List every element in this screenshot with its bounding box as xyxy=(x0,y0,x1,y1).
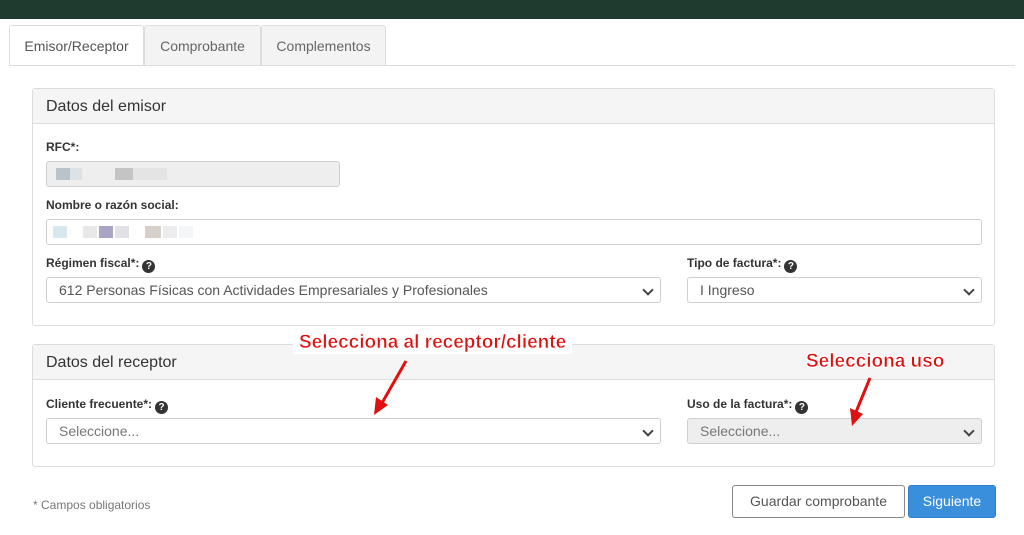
regimen-select-value: 612 Personas Físicas con Actividades Emp… xyxy=(59,282,488,298)
annotation-receptor: Selecciona al receptor/cliente xyxy=(293,332,573,354)
uso-label-text: Uso de la factura*: xyxy=(687,397,793,411)
save-button[interactable]: Guardar comprobante xyxy=(732,485,905,518)
chevron-down-icon xyxy=(642,425,654,437)
nombre-label: Nombre o razón social: xyxy=(46,198,179,212)
nombre-redacted-block xyxy=(99,226,113,238)
chevron-down-icon xyxy=(642,284,654,296)
rfc-redacted-block xyxy=(115,168,133,180)
tab-comprobante[interactable]: Comprobante xyxy=(144,25,261,65)
cliente-label: Cliente frecuente*:? xyxy=(46,397,169,414)
regimen-select[interactable]: 612 Personas Físicas con Actividades Emp… xyxy=(46,277,661,303)
rfc-redacted-block xyxy=(133,168,167,180)
rfc-redacted-block xyxy=(70,168,82,180)
cliente-select-placeholder: Seleccione... xyxy=(59,423,140,439)
uso-label: Uso de la factura*:? xyxy=(687,397,809,414)
emisor-panel-title: Datos del emisor xyxy=(33,89,994,124)
nombre-redacted-block xyxy=(163,226,177,238)
top-bar xyxy=(0,0,1024,19)
nombre-redacted-block xyxy=(115,226,129,238)
question-circle-icon[interactable]: ? xyxy=(784,260,798,273)
question-circle-icon[interactable]: ? xyxy=(155,401,169,414)
uso-select[interactable]: Seleccione... xyxy=(687,418,982,444)
chevron-down-icon xyxy=(963,284,975,296)
nombre-redacted-block xyxy=(53,226,67,238)
nombre-redacted-block xyxy=(179,226,193,238)
tipo-select[interactable]: I Ingreso xyxy=(687,277,982,303)
regimen-label-text: Régimen fiscal*: xyxy=(46,256,140,270)
tab-emisor-receptor[interactable]: Emisor/Receptor xyxy=(9,25,144,66)
required-fields-note: * Campos obligatorios xyxy=(33,498,151,512)
next-button[interactable]: Siguiente xyxy=(908,485,996,518)
cliente-label-text: Cliente frecuente*: xyxy=(46,397,153,411)
nombre-redacted-block xyxy=(83,226,97,238)
tipo-select-value: I Ingreso xyxy=(700,282,755,298)
nombre-redacted-block xyxy=(145,226,161,238)
rfc-field[interactable] xyxy=(46,161,340,187)
regimen-label: Régimen fiscal*:? xyxy=(46,256,156,273)
tab-complementos[interactable]: Complementos xyxy=(261,25,386,65)
tab-divider xyxy=(9,65,1015,66)
question-circle-icon[interactable]: ? xyxy=(142,260,156,273)
annotation-uso: Selecciona uso xyxy=(806,351,945,373)
tipo-label: Tipo de factura*:? xyxy=(687,256,798,273)
uso-select-placeholder: Seleccione... xyxy=(700,423,781,439)
tipo-label-text: Tipo de factura*: xyxy=(687,256,782,270)
nombre-field[interactable] xyxy=(46,219,982,245)
cliente-select[interactable]: Seleccione... xyxy=(46,418,661,444)
question-circle-icon[interactable]: ? xyxy=(795,401,809,414)
rfc-label: RFC*: xyxy=(46,140,80,154)
chevron-down-icon xyxy=(963,425,975,437)
rfc-redacted-block xyxy=(56,168,70,180)
